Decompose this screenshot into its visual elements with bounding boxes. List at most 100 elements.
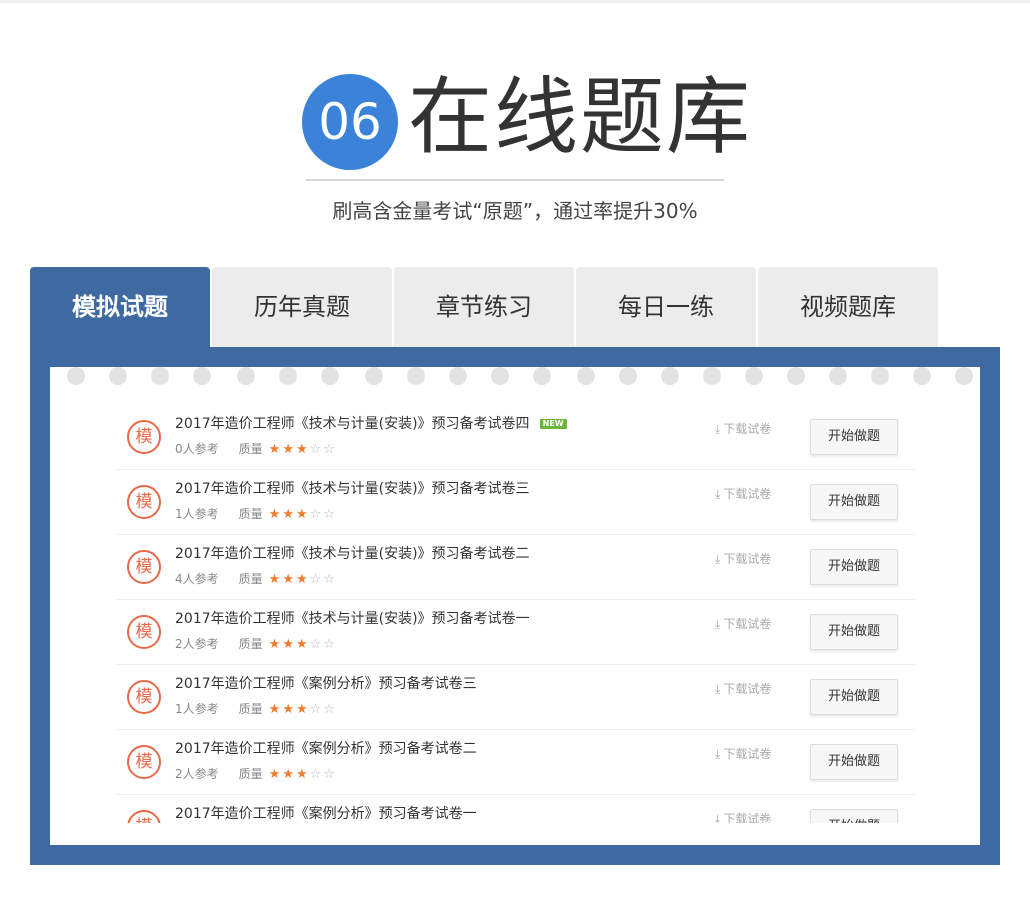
download-label[interactable]: 下载试卷 <box>723 682 771 696</box>
start-exam-button[interactable]: 开始做题 <box>810 419 898 455</box>
quality-label: 质量 <box>238 767 263 781</box>
star-icon: ☆ <box>309 767 322 782</box>
download-link[interactable]: ⤓ 下载试卷 <box>715 744 771 764</box>
binder-hole <box>193 367 211 385</box>
star-icon: ★ <box>295 507 308 522</box>
participant-count: 2人参考 <box>175 637 219 651</box>
exam-title-text[interactable]: 2017年造价工程师《案例分析》预习备考试卷一 <box>175 806 477 822</box>
exam-title-text[interactable]: 2017年造价工程师《技术与计量(安装)》预习备考试卷一 <box>175 611 530 627</box>
exam-title[interactable]: 2017年造价工程师《技术与计量(安装)》预习备考试卷一 <box>175 609 530 629</box>
download-icon: ⤓ <box>715 422 721 436</box>
star-icon: ☆ <box>309 442 322 457</box>
tab-mock-exam[interactable]: 模拟试题 <box>30 267 210 347</box>
participant-count: 1人参考 <box>175 507 219 521</box>
download-label[interactable]: 下载试卷 <box>723 812 771 823</box>
exam-title[interactable]: 2017年造价工程师《案例分析》预习备考试卷二 <box>175 739 477 759</box>
exam-title[interactable]: 2017年造价工程师《案例分析》预习备考试卷三 <box>175 674 477 694</box>
exam-title-text[interactable]: 2017年造价工程师《技术与计量(安装)》预习备考试卷二 <box>175 546 530 562</box>
star-icon: ★ <box>268 442 281 457</box>
binder-hole <box>829 367 847 385</box>
participant-count: 1人参考 <box>175 702 219 716</box>
exam-title-text[interactable]: 2017年造价工程师《案例分析》预习备考试卷三 <box>175 676 477 692</box>
star-icon: ★ <box>295 442 308 457</box>
exam-badge-icon: 模 <box>127 680 161 714</box>
quality-label: 质量 <box>238 572 263 586</box>
exam-title[interactable]: 2017年造价工程师《技术与计量(安装)》预习备考试卷三 <box>175 479 530 499</box>
binder-hole <box>703 367 721 385</box>
star-icon: ☆ <box>323 702 335 717</box>
download-link[interactable]: ⤓ 下载试卷 <box>715 809 771 823</box>
tab-video-bank[interactable]: 视频题库 <box>758 267 938 347</box>
quality-label: 质量 <box>238 702 263 716</box>
download-label[interactable]: 下载试卷 <box>723 422 771 436</box>
download-link[interactable]: ⤓ 下载试卷 <box>715 484 771 504</box>
exam-meta: 4人参考 质量 ★ ★ ★ ☆ ☆ <box>175 570 337 589</box>
exam-title[interactable]: 2017年造价工程师《技术与计量(安装)》预习备考试卷二 <box>175 544 530 564</box>
exam-title-text[interactable]: 2017年造价工程师《技术与计量(安装)》预习备考试卷四 <box>175 416 530 432</box>
exam-title[interactable]: 2017年造价工程师《技术与计量(安装)》预习备考试卷四 NEW <box>175 414 567 434</box>
start-exam-button[interactable]: 开始做题 <box>810 809 898 823</box>
binder-hole <box>151 367 169 385</box>
start-exam-button[interactable]: 开始做题 <box>810 744 898 780</box>
tab-chapter-practice[interactable]: 章节练习 <box>394 267 574 347</box>
exam-title-text[interactable]: 2017年造价工程师《案例分析》预习备考试卷二 <box>175 741 477 757</box>
tab-daily-practice[interactable]: 每日一练 <box>576 267 756 347</box>
star-icon: ★ <box>282 442 294 457</box>
star-icon: ★ <box>295 767 308 782</box>
binder-hole <box>619 367 637 385</box>
star-icon: ☆ <box>309 702 322 717</box>
top-border <box>0 0 1030 3</box>
tab-past-exams[interactable]: 历年真题 <box>212 267 392 347</box>
participant-count: 2人参考 <box>175 767 219 781</box>
start-exam-button[interactable]: 开始做题 <box>810 484 898 520</box>
star-icon: ☆ <box>323 572 335 587</box>
start-exam-button[interactable]: 开始做题 <box>810 549 898 585</box>
download-link[interactable]: ⤓ 下载试卷 <box>715 419 771 439</box>
download-label[interactable]: 下载试卷 <box>723 617 771 631</box>
binder-hole <box>321 367 339 385</box>
star-icon: ☆ <box>323 442 335 457</box>
section-number: 06 <box>302 74 398 170</box>
star-icon: ★ <box>282 572 294 587</box>
exam-badge-icon: 模 <box>127 810 161 823</box>
quality-label: 质量 <box>238 637 263 651</box>
star-icon: ☆ <box>309 572 322 587</box>
exam-row: 模 2017年造价工程师《案例分析》预习备考试卷三 1人参考 质量 ★ ★ ★ ☆ ☆ ⤓ 下载试卷… <box>115 665 915 730</box>
download-icon: ⤓ <box>715 682 721 696</box>
download-link[interactable]: ⤓ 下载试卷 <box>715 614 771 634</box>
star-icon: ★ <box>268 507 281 522</box>
quality-label: 质量 <box>238 442 263 456</box>
binder-holes <box>50 367 980 397</box>
binder-hole <box>871 367 889 385</box>
exam-meta: 1人参考 质量 ★ ★ ★ ☆ ☆ <box>175 505 337 524</box>
exam-row: 模 2017年造价工程师《案例分析》预习备考试卷二 2人参考 质量 ★ ★ ★ ☆ ☆ ⤓ 下载试卷… <box>115 730 915 795</box>
star-icon: ★ <box>282 702 294 717</box>
download-link[interactable]: ⤓ 下载试卷 <box>715 549 771 569</box>
download-label[interactable]: 下载试卷 <box>723 552 771 566</box>
paper-sheet: 模 2017年造价工程师《技术与计量(安装)》预习备考试卷四 NEW 0人参考 质量 ★ ★… <box>50 367 980 845</box>
binder-hole <box>955 367 973 385</box>
download-link[interactable]: ⤓ 下载试卷 <box>715 679 771 699</box>
exam-row: 模 2017年造价工程师《技术与计量(安装)》预习备考试卷一 2人参考 质量 ★ ★ ★ ☆ ☆… <box>115 600 915 665</box>
exam-title-text[interactable]: 2017年造价工程师《技术与计量(安装)》预习备考试卷三 <box>175 481 530 497</box>
start-exam-button[interactable]: 开始做题 <box>810 614 898 650</box>
start-exam-button[interactable]: 开始做题 <box>810 679 898 715</box>
binder-hole <box>449 367 467 385</box>
exam-title[interactable]: 2017年造价工程师《案例分析》预习备考试卷一 <box>175 804 477 823</box>
download-icon: ⤓ <box>715 487 721 501</box>
star-icon: ★ <box>295 702 308 717</box>
download-icon: ⤓ <box>715 812 721 823</box>
exam-meta: 2人参考 质量 ★ ★ ★ ☆ ☆ <box>175 765 337 784</box>
star-icon: ☆ <box>309 507 322 522</box>
star-icon: ☆ <box>309 637 322 652</box>
exam-badge-icon: 模 <box>127 485 161 519</box>
binder-hole <box>365 367 383 385</box>
download-label[interactable]: 下载试卷 <box>723 747 771 761</box>
exam-badge-icon: 模 <box>127 615 161 649</box>
participant-count: 0人参考 <box>175 442 219 456</box>
binder-hole <box>491 367 509 385</box>
binder-hole <box>913 367 931 385</box>
download-label[interactable]: 下载试卷 <box>723 487 771 501</box>
star-icon: ★ <box>282 637 294 652</box>
participant-count: 4人参考 <box>175 572 219 586</box>
